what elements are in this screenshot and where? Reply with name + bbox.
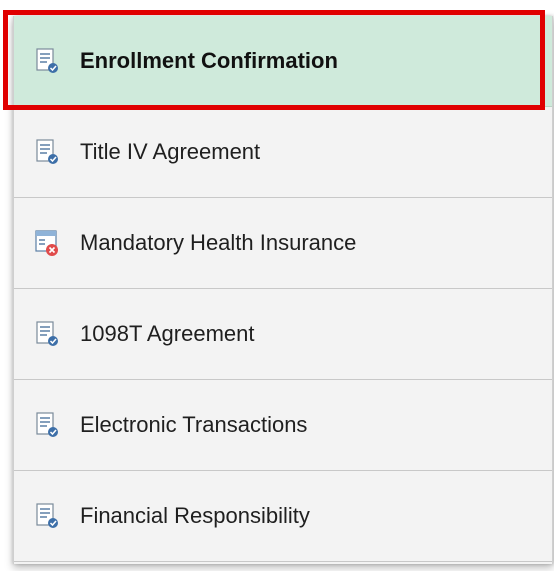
menu-item-label: Financial Responsibility [80,503,310,528]
document-edit-icon [36,48,58,73]
document-error-icon [35,230,58,256]
document-edit-icon [36,503,58,528]
menu-item-electronic-transactions[interactable]: Electronic Transactions [14,380,552,471]
menu-item-title-iv-agreement[interactable]: Title IV Agreement [14,107,552,198]
menu-item-label: Electronic Transactions [80,412,308,437]
menu-item-label: Enrollment Confirmation [80,48,338,73]
menu-item-label: Title IV Agreement [80,139,261,164]
document-edit-icon [36,321,58,346]
menu-item-1098t-agreement[interactable]: 1098T Agreement [14,289,552,380]
menu-item-enrollment-confirmation[interactable]: Enrollment Confirmation [14,16,552,107]
document-edit-icon [36,412,58,437]
menu-item-label: Mandatory Health Insurance [80,230,357,255]
task-list-panel: Enrollment Confirmation Title IV Agreeme… [13,16,553,564]
menu-item-label: 1098T Agreement [80,321,255,346]
menu-item-mandatory-health-insurance[interactable]: Mandatory Health Insurance [14,198,552,289]
document-edit-icon [36,139,58,164]
menu-item-financial-responsibility[interactable]: Financial Responsibility [14,471,552,562]
